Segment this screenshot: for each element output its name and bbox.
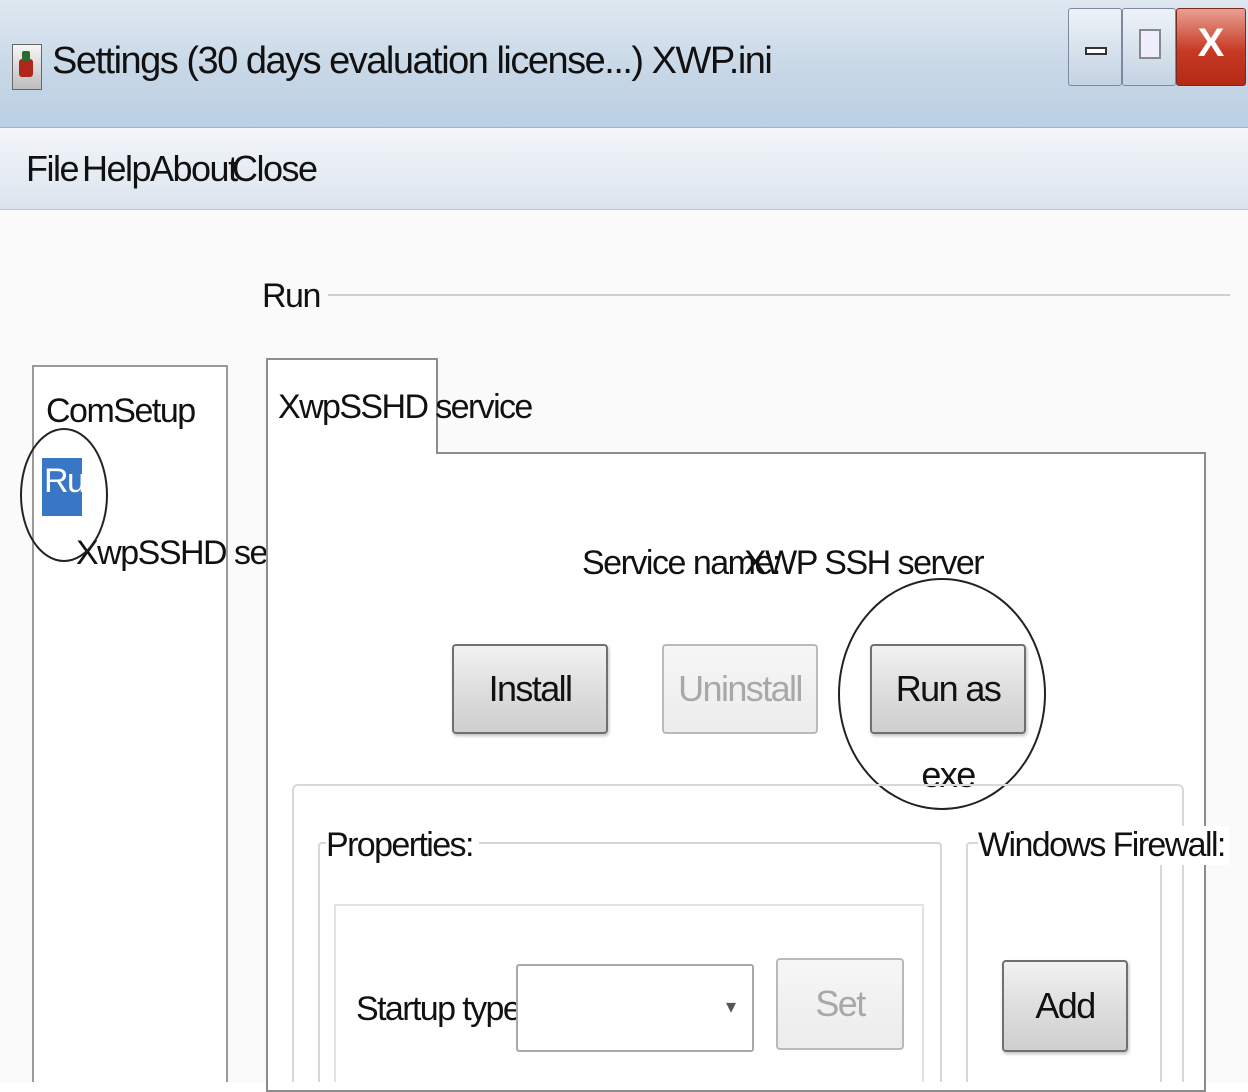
close-window-button[interactable]: X (1176, 8, 1246, 86)
startup-type-select[interactable]: ▾ (516, 964, 754, 1052)
app-icon (12, 44, 42, 90)
tree-item-comsetup[interactable]: ComSetup (46, 392, 196, 431)
menu-about[interactable]: About (150, 148, 238, 190)
tab-join (268, 448, 436, 456)
maximize-button[interactable] (1122, 8, 1176, 86)
maximize-icon (1139, 29, 1161, 59)
properties-label: Properties: (326, 826, 479, 865)
service-name-value: XWP SSH server (744, 544, 985, 582)
uninstall-button[interactable]: Uninstall (662, 644, 818, 734)
menu-help[interactable]: Help (82, 148, 152, 190)
window-controls: X (1068, 8, 1246, 88)
menu-bar: File Help About Close (0, 128, 1248, 210)
install-button[interactable]: Install (452, 644, 608, 734)
minimize-icon (1085, 47, 1107, 55)
tab-label: XwpSSHD service (278, 388, 533, 426)
chevron-down-icon[interactable]: ▾ (726, 994, 736, 1019)
title-bar: Settings (30 days evaluation license...)… (0, 0, 1248, 128)
windows-firewall-label: Windows Firewall: (978, 826, 1229, 865)
menu-close[interactable]: Close (232, 148, 318, 190)
highlight-circle-run-as-exe (838, 578, 1046, 810)
run-group-label: Run (262, 277, 328, 316)
window-title: Settings (30 days evaluation license...)… (52, 40, 773, 82)
startup-type-label: Startup type: (356, 990, 530, 1028)
menu-file[interactable]: File (26, 148, 80, 190)
close-icon: X (1197, 21, 1225, 65)
add-firewall-button[interactable]: Add (1002, 960, 1128, 1052)
run-group-frame (308, 294, 1230, 296)
minimize-button[interactable] (1068, 8, 1122, 86)
set-button[interactable]: Set (776, 958, 904, 1050)
highlight-circle-run (20, 428, 108, 562)
